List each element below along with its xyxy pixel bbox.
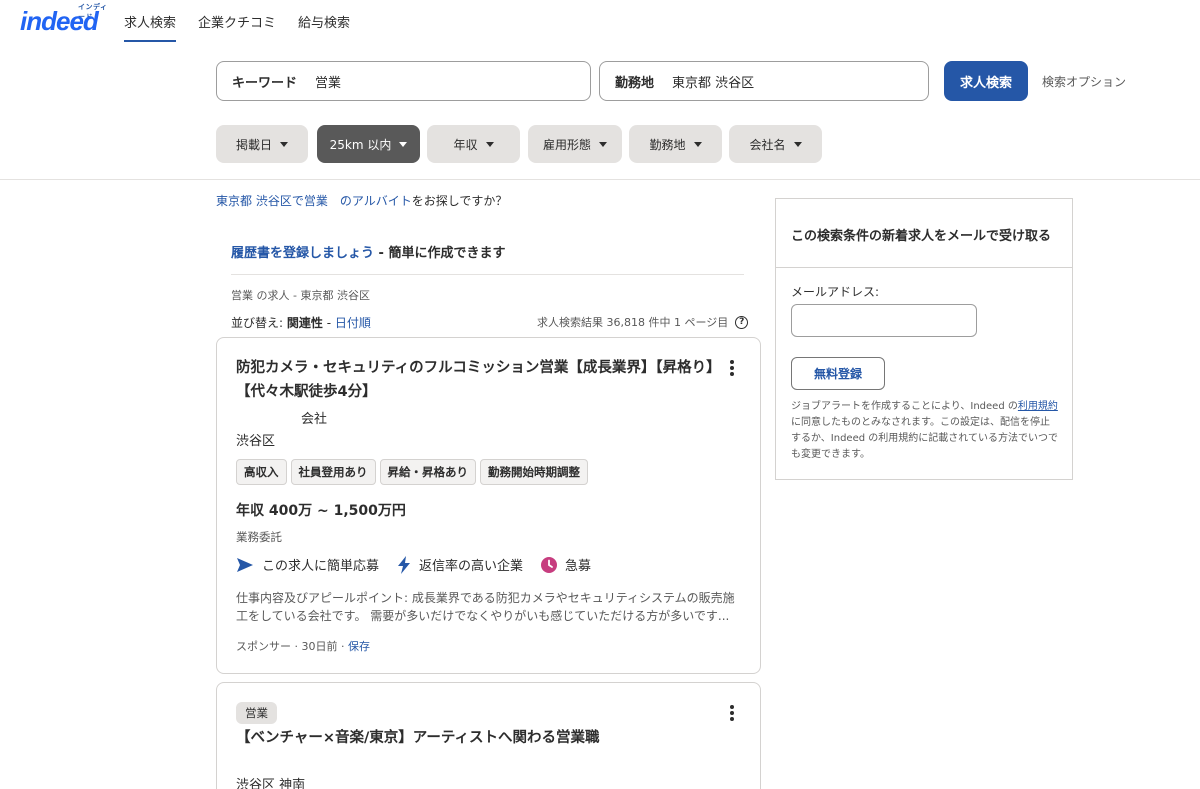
job-tag: 社員登用あり (290, 459, 376, 485)
result-count-text: 求人検索結果 36,818 件中 1 ページ目 (537, 316, 729, 329)
top-header: インディード indeed 求人検索 企業クチコミ 給与検索 (0, 0, 1200, 42)
feature-label: この求人に簡単応募 (262, 559, 380, 574)
job-features: この求人に簡単応募 返信率の高い企業 急募 (236, 555, 609, 574)
category-badge: 営業 (236, 702, 277, 724)
lightning-bolt-icon (397, 555, 411, 574)
send-arrow-icon (236, 557, 254, 573)
filter-company[interactable]: 会社名 (729, 125, 822, 163)
job-meta: スポンサー · 30日前 · 保存 (236, 640, 370, 653)
alert-divider (776, 267, 1072, 268)
terms-link[interactable]: 利用規約 (1018, 401, 1058, 412)
keyword-label: キーワード (232, 75, 298, 91)
more-options-icon[interactable] (730, 360, 734, 378)
location-label: 勤務地 (615, 75, 655, 91)
sort-sep: - (322, 316, 335, 330)
easy-apply-feature: この求人に簡単応募 (236, 555, 379, 574)
search-suggestion: 東京都 渋谷区で営業 のアルバイトをお探しですか？ (216, 192, 507, 209)
filter-posted-date[interactable]: 掲載日 (216, 125, 308, 163)
result-count: 求人検索結果 36,818 件中 1 ページ目 ? (537, 314, 749, 330)
filter-salary[interactable]: 年収 (427, 125, 520, 163)
job-alert-panel: この検索条件の新着求人をメールで受け取る メールアドレス: 無料登録 ジョブアラ… (775, 198, 1073, 480)
suggestion-text: をお探しですか？ (411, 194, 508, 208)
search-button[interactable]: 求人検索 (944, 61, 1028, 101)
job-type: 業務委託 (236, 530, 282, 544)
disclaimer-text: ジョブアラートを作成することにより、Indeed の (791, 401, 1018, 412)
more-options-icon[interactable] (730, 705, 734, 723)
job-location: 渋谷区 神南 (236, 778, 306, 789)
caret-down-icon (793, 141, 802, 147)
keyword-field[interactable]: キーワード 営業 (216, 61, 591, 101)
filter-label: 雇用形態 (542, 137, 591, 152)
sort-label: 並び替え: (231, 316, 287, 330)
filter-label: 掲載日 (235, 137, 272, 152)
location-value[interactable]: 東京都 渋谷区 (672, 72, 754, 91)
help-icon[interactable]: ? (735, 315, 749, 329)
resume-promo: 履歴書を登録しましょう - 簡単に作成できます (231, 242, 505, 261)
clock-icon (541, 556, 558, 573)
caret-down-icon (280, 141, 288, 147)
resume-link[interactable]: 履歴書を登録しましょう (231, 246, 374, 261)
job-location: 渋谷区 (236, 434, 276, 449)
email-input[interactable] (791, 304, 977, 337)
resume-text: - 簡単に作成できます (374, 246, 506, 261)
job-tag: 勤務開始時期調整 (480, 459, 588, 485)
sort-relevance: 関連性 (286, 316, 323, 330)
filter-label: 25km 以内 (329, 137, 392, 152)
job-card[interactable]: 防犯カメラ・セキュリティのフルコミッション営業【成長業界】【昇格り】【代々木駅徒… (216, 337, 761, 674)
posted-date: 30日前 (301, 640, 338, 653)
caret-down-icon (485, 141, 494, 147)
logo-wordmark: indeed (20, 6, 99, 36)
resume-divider (231, 274, 744, 275)
breadcrumb: 営業 の求人 - 東京都 渋谷区 (231, 289, 370, 302)
filter-location[interactable]: 勤務地 (629, 125, 722, 163)
nav-company-reviews[interactable]: 企業クチコミ (198, 0, 276, 42)
save-job-link[interactable]: 保存 (348, 640, 370, 653)
main-nav: 求人検索 企業クチコミ 給与検索 (124, 0, 372, 42)
feature-label: 急募 (565, 559, 592, 574)
nav-job-search[interactable]: 求人検索 (124, 0, 177, 42)
urgent-hiring-feature: 急募 (541, 555, 591, 574)
nav-salary-search[interactable]: 給与検索 (298, 0, 350, 42)
job-card[interactable]: 営業 【ベンチャー×音楽/東京】アーティストへ関わる営業職 渋谷区 神南 (216, 682, 761, 789)
job-alert-title: この検索条件の新着求人をメールで受け取る (791, 229, 1052, 244)
disclaimer-text: に同意したものとみなされます。この設定は、配信を停止するか、Indeed の利用… (791, 417, 1058, 460)
job-snippet: 仕事内容及びアピールポイント: 成長業界である防犯カメラやセキュリティシステムの… (236, 591, 735, 623)
caret-down-icon (693, 141, 702, 147)
register-button[interactable]: 無料登録 (791, 357, 885, 390)
location-field[interactable]: 勤務地 東京都 渋谷区 (599, 61, 929, 101)
filter-label: 年収 (453, 137, 478, 152)
job-salary: 年収 400万 ~ 1,500万円 (236, 503, 406, 519)
header-divider (0, 179, 1200, 180)
alert-disclaimer: ジョブアラートを作成することにより、Indeed の利用規約に同意したものとみな… (791, 399, 1059, 463)
filter-distance[interactable]: 25km 以内 (317, 125, 420, 163)
responsive-employer-feature: 返信率の高い企業 (397, 555, 523, 574)
job-tag: 高収入 (236, 459, 287, 485)
job-tag: 昇給・昇格あり (379, 459, 476, 485)
caret-down-icon (599, 141, 607, 147)
sort-by-date-link[interactable]: 日付順 (335, 316, 371, 330)
keyword-value[interactable]: 営業 (315, 72, 341, 91)
job-title[interactable]: 防犯カメラ・セキュリティのフルコミッション営業【成長業界】【昇格り】【代々木駅徒… (236, 356, 716, 404)
job-title[interactable]: 【ベンチャー×音楽/東京】アーティストへ関わる営業職 (236, 726, 716, 750)
filter-label: 会社名 (749, 137, 786, 152)
sponsored-label: スポンサー (236, 640, 291, 653)
indeed-logo[interactable]: インディード indeed (20, 2, 110, 36)
filter-employment-type[interactable]: 雇用形態 (528, 125, 622, 163)
company-name[interactable]: 会社 (301, 408, 327, 427)
sort-control: 並び替え: 関連性 - 日付順 (231, 314, 371, 331)
job-tags: 高収入 社員登用あり 昇給・昇格あり 勤務開始時期調整 (236, 459, 592, 485)
email-label: メールアドレス: (791, 285, 880, 299)
caret-down-icon (399, 141, 408, 147)
filter-label: 勤務地 (649, 137, 686, 152)
search-options-link[interactable]: 検索オプション (1042, 73, 1126, 90)
suggestion-link[interactable]: 東京都 渋谷区で営業 のアルバイト (216, 194, 412, 208)
feature-label: 返信率の高い企業 (419, 559, 524, 574)
